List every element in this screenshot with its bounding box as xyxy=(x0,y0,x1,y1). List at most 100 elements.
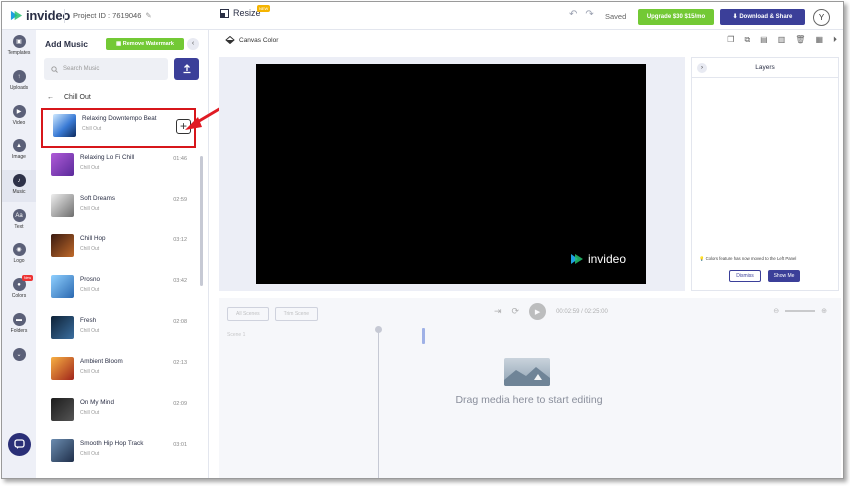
resize-button[interactable]: Resize xyxy=(220,8,261,18)
track-item[interactable]: Chill Hop Chill Out 03:12 xyxy=(41,230,196,270)
preview-play-icon[interactable]: ⏵ xyxy=(833,35,837,45)
show-me-button[interactable]: Show Me xyxy=(768,270,800,282)
templates-icon: ▣ xyxy=(12,35,26,48)
resize-icon xyxy=(220,8,229,18)
rail-label: Text xyxy=(14,224,24,230)
download-icon: ⬇ xyxy=(732,14,738,20)
rail-item-text[interactable]: Aa Text xyxy=(2,209,36,230)
track-item[interactable]: On My Mind Chill Out 02:09 xyxy=(41,394,196,434)
timeline-marker[interactable] xyxy=(422,328,425,344)
divider xyxy=(64,9,65,23)
rail-item-colors[interactable]: ● Colors New xyxy=(2,275,36,299)
track-name: Ambient Bloom xyxy=(80,358,123,365)
mountain-image-icon xyxy=(504,367,550,386)
loop-icon[interactable]: ⟳ xyxy=(512,306,520,317)
search-music-field[interactable]: Search Music xyxy=(44,58,168,80)
dismiss-button[interactable]: Dismiss xyxy=(729,270,761,282)
track-item[interactable]: Fresh Chill Out 02:08 xyxy=(41,312,196,352)
search-icon xyxy=(51,65,58,73)
timeline: All Scenes Trim Scene ⇥ ⟳ ▶ 00:02:59 / 0… xyxy=(219,298,841,478)
saved-status: Saved xyxy=(605,12,627,21)
panel-scrollbar[interactable] xyxy=(200,156,203,286)
redo-icon[interactable]: ↷ xyxy=(585,9,593,20)
zoom-in-icon[interactable]: ⊕ xyxy=(821,307,827,315)
rail-item-music[interactable]: ♪ Music xyxy=(2,170,36,202)
chevron-left-icon: ‹ xyxy=(191,40,195,47)
duplicate-icon[interactable]: ⧉ xyxy=(744,35,750,45)
rail-more[interactable]: ⌄ xyxy=(2,348,36,361)
canvas-color-button[interactable]: Canvas Color xyxy=(225,36,278,44)
track-category: Chill Out xyxy=(82,126,102,132)
track-category: Chill Out xyxy=(80,206,100,212)
top-bar: invideo Project ID : 7619046 ✎ Resize NE… xyxy=(2,2,843,30)
rail-item-templates[interactable]: ▣ Templates xyxy=(2,35,36,56)
playhead-line[interactable] xyxy=(378,328,379,478)
rail-item-image[interactable]: ▲ Image xyxy=(2,139,36,160)
layers-panel: Layers › 💡 Colors feature has now moved … xyxy=(691,57,839,291)
collapse-panel-button[interactable]: ‹ xyxy=(187,38,199,50)
rail-label: Image xyxy=(12,154,26,160)
track-duration: 02:13 xyxy=(173,360,187,366)
all-scenes-button[interactable]: All Scenes xyxy=(227,307,269,321)
download-share-button[interactable]: ⬇ Download & Share xyxy=(720,9,805,25)
track-thumbnail xyxy=(51,357,74,380)
zoom-out-icon[interactable]: ⊖ xyxy=(773,307,779,315)
layers-icon[interactable]: ▤ xyxy=(760,35,768,45)
watermark-text: invideo xyxy=(587,252,626,266)
colors-moved-note: 💡 Colors feature has now moved to the Le… xyxy=(699,256,796,262)
rail-item-uploads[interactable]: ↑ Uploads xyxy=(2,70,36,91)
new-badge: New xyxy=(22,275,34,281)
text-icon: Aa xyxy=(12,209,26,222)
track-item[interactable]: Prosno Chill Out 03:42 xyxy=(41,271,196,311)
left-rail: ▣ Templates ↑ Uploads ▶ Video ▲ Image ♪ Music… xyxy=(2,30,36,478)
undo-icon[interactable]: ↶ xyxy=(569,9,577,20)
track-item[interactable]: Smooth Hip Hop Track Chill Out 03:01 xyxy=(41,435,196,475)
rail-item-logo[interactable]: ◉ Logo xyxy=(2,243,36,264)
upgrade-button[interactable]: Upgrade $30 $15/mo xyxy=(638,9,714,25)
copy-icon[interactable]: ❐ xyxy=(727,35,734,45)
timecode: 00:02:59 / 02:25:00 xyxy=(556,308,608,315)
invideo-watermark-icon xyxy=(570,254,583,264)
logo-icon: ◉ xyxy=(12,243,26,256)
group-icon[interactable]: ▥ xyxy=(778,35,786,45)
invideo-logo[interactable]: invideo xyxy=(10,8,70,23)
trim-scene-button[interactable]: Trim Scene xyxy=(274,307,319,321)
track-item[interactable]: Relaxing Lo Fi Chill Chill Out 01:46 xyxy=(41,149,196,189)
rail-label: Templates xyxy=(7,50,31,56)
chat-button[interactable] xyxy=(8,433,31,456)
playhead-handle[interactable] xyxy=(375,326,382,333)
layers-back-button[interactable]: › xyxy=(697,63,707,73)
upload-music-button[interactable] xyxy=(174,58,199,80)
avatar[interactable]: Y xyxy=(813,9,830,26)
panel-title: Add Music xyxy=(45,39,88,49)
media-placeholder-image xyxy=(504,358,550,386)
watermark-icon: ▦ xyxy=(116,41,122,47)
invideo-watermark: invideo xyxy=(570,252,626,266)
back-to-categories[interactable]: ← Chill Out xyxy=(47,94,91,101)
folder-icon: ▬ xyxy=(12,313,26,326)
video-icon: ▶ xyxy=(12,105,26,118)
paint-bucket-icon xyxy=(225,36,235,44)
remove-watermark-button[interactable]: ▦ Remove Watermark xyxy=(106,38,184,50)
track-item[interactable]: Relaxing Downtempo Beat Chill Out + xyxy=(41,108,196,148)
split-icon[interactable]: ⇥ xyxy=(494,306,502,317)
track-category: Chill Out xyxy=(80,328,100,334)
remove-watermark-label: Remove Watermark xyxy=(122,41,174,47)
download-label: Download & Share xyxy=(739,14,793,20)
arrow-left-icon: ← xyxy=(47,94,54,101)
play-button[interactable]: ▶ xyxy=(529,303,547,320)
rail-item-video[interactable]: ▶ Video xyxy=(2,105,36,126)
rail-item-folders[interactable]: ▬ Folders xyxy=(2,313,36,334)
track-item[interactable]: Ambient Bloom Chill Out 02:13 xyxy=(41,353,196,393)
track-category: Chill Out xyxy=(80,246,100,252)
video-canvas[interactable]: invideo xyxy=(256,64,646,284)
info-icon: 💡 xyxy=(699,256,705,261)
edit-pencil-icon[interactable]: ✎ xyxy=(145,11,151,20)
grid-icon[interactable]: ▦ xyxy=(815,35,823,45)
rail-label: Music xyxy=(12,189,26,195)
upload-icon: ↑ xyxy=(12,70,26,83)
trash-icon[interactable]: 🗑 xyxy=(795,35,805,45)
track-item[interactable]: Soft Dreams Chill Out 02:59 xyxy=(41,190,196,230)
zoom-slider[interactable] xyxy=(785,310,816,312)
track-thumbnail xyxy=(51,194,74,217)
